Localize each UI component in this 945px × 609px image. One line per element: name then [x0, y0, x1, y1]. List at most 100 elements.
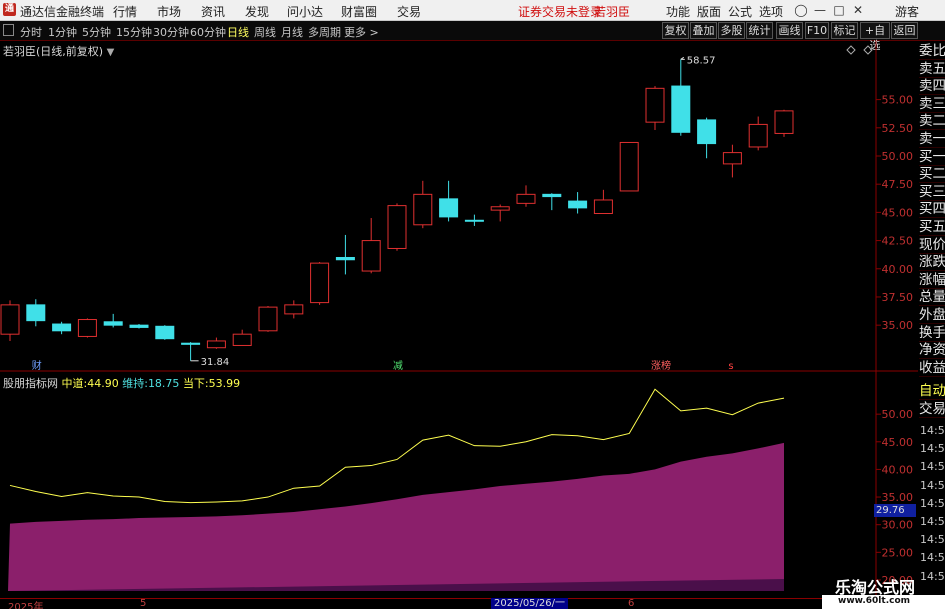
- candle-body: [77, 319, 97, 337]
- quote-label: 净资: [919, 342, 945, 360]
- candle: [284, 300, 304, 319]
- minimize-icon[interactable]: —: [812, 2, 828, 18]
- sub-tick-label: 30.00: [882, 519, 914, 532]
- watermark-title: 乐淘公式网: [835, 578, 916, 597]
- tick-time: 14:56: [920, 533, 945, 547]
- period-60min[interactable]: 60分钟: [190, 24, 226, 40]
- period-daily[interactable]: 日线: [227, 24, 249, 40]
- period-monthly[interactable]: 月线: [281, 24, 303, 40]
- quote-label: 收益: [919, 359, 945, 377]
- panel-toggle-icon[interactable]: [3, 24, 14, 36]
- indicator-series: [8, 388, 785, 591]
- candle-body: [671, 85, 691, 133]
- indicator-area: [8, 442, 784, 591]
- tick-time: 14:56: [920, 460, 945, 474]
- quote-label: 涨幅: [919, 271, 945, 289]
- maximize-icon[interactable]: □: [831, 2, 847, 18]
- overlay-button[interactable]: 叠加: [690, 22, 717, 39]
- candle: [593, 189, 613, 215]
- menu-ask[interactable]: 问小达: [287, 3, 323, 20]
- candle: [0, 300, 20, 341]
- add-favorite-button[interactable]: +自选: [860, 22, 890, 52]
- login-warning[interactable]: 证券交易未登录: [518, 3, 602, 20]
- period-5min[interactable]: 5分钟: [82, 24, 111, 40]
- main-tick-label: 45.00: [882, 206, 914, 219]
- period-30min[interactable]: 30分钟: [153, 24, 189, 40]
- candle-body: [722, 152, 742, 165]
- cursor-date: 2025/05/26/一: [491, 598, 569, 609]
- draw-line-button[interactable]: 画线: [776, 22, 803, 39]
- event-marker[interactable]: 涨榜: [651, 359, 671, 372]
- candle: [722, 144, 742, 178]
- candlestick-series: 58.57 31.84: [0, 55, 794, 368]
- period-weekly[interactable]: 周线: [254, 24, 276, 40]
- tick-time: 14:56: [920, 424, 945, 437]
- mark-button[interactable]: 标记: [831, 22, 858, 39]
- dropdown-icon[interactable]: ▼: [107, 47, 115, 58]
- stock-name: 若羽臣: [594, 5, 631, 19]
- period-intraday[interactable]: 分时: [20, 24, 42, 40]
- candle-body: [155, 325, 175, 340]
- candle: [335, 234, 355, 275]
- sub-y-ticks: 50.0045.0040.0035.0030.0025.0020.00: [876, 408, 913, 587]
- x-axis: [0, 598, 880, 609]
- indicator-title[interactable]: 股朋指标网 中道:44.90 维持:18.75 当下:53.99: [3, 375, 240, 391]
- tool-options[interactable]: 选项: [759, 3, 783, 20]
- event-marker[interactable]: s: [728, 361, 733, 372]
- period-1min[interactable]: 1分钟: [48, 24, 77, 40]
- candle: [310, 262, 330, 305]
- statistics-button[interactable]: 统计: [746, 22, 773, 39]
- quote-label: 委比: [919, 43, 945, 60]
- quote-label: 现价: [919, 236, 945, 254]
- quote-label: 买三: [919, 183, 945, 201]
- feedback-icon[interactable]: ◯: [793, 2, 809, 18]
- quote-label: 卖三: [919, 95, 945, 113]
- maintain-label: 维持:: [122, 377, 148, 390]
- guest-label[interactable]: 游客: [895, 3, 919, 20]
- trade-label[interactable]: 交易: [919, 400, 945, 418]
- f10-button[interactable]: F10: [805, 22, 829, 39]
- multi-stock-button[interactable]: 多股: [718, 22, 745, 39]
- menu-trade[interactable]: 交易: [397, 3, 421, 20]
- candle: [464, 214, 484, 226]
- sub-tick-label: 50.00: [882, 408, 914, 421]
- menu-discover[interactable]: 发现: [245, 3, 269, 20]
- candle: [542, 193, 562, 211]
- candle: [26, 299, 46, 327]
- options-icons[interactable]: [846, 45, 873, 55]
- event-markers: 财 减 涨榜 s: [32, 359, 734, 372]
- auto-label[interactable]: 自动: [919, 382, 945, 400]
- period-15min[interactable]: 15分钟: [116, 24, 152, 40]
- main-tick-label: 52.50: [882, 122, 914, 135]
- tool-layout[interactable]: 版面: [697, 3, 721, 20]
- sub-tick-label: 40.00: [882, 463, 914, 476]
- candle-body: [26, 304, 46, 322]
- main-chart-title[interactable]: 若羽臣(日线,前复权) ▼: [3, 43, 114, 59]
- close-icon[interactable]: ✕: [850, 2, 866, 18]
- candle-body: [490, 206, 510, 211]
- tool-formula[interactable]: 公式: [728, 3, 752, 20]
- candle: [645, 86, 665, 131]
- candle: [129, 324, 149, 329]
- period-multi[interactable]: 多周期: [308, 24, 341, 40]
- menu-wealth[interactable]: 财富圈: [341, 3, 377, 20]
- menu-news[interactable]: 资讯: [201, 3, 225, 20]
- low-label: 31.84: [201, 357, 230, 368]
- event-marker[interactable]: 财: [32, 359, 42, 372]
- main-tick-label: 35.00: [882, 319, 914, 332]
- candle: [52, 321, 72, 335]
- quote-label: 涨跌: [919, 254, 945, 272]
- restore-rights-button[interactable]: 复权: [662, 22, 689, 39]
- menu-market[interactable]: 市场: [157, 3, 181, 20]
- back-button[interactable]: 返回: [891, 22, 918, 39]
- current-label: 当下:: [182, 377, 209, 390]
- period-more[interactable]: 更多 >: [344, 24, 379, 40]
- event-marker[interactable]: 减: [393, 360, 403, 372]
- tool-function[interactable]: 功能: [666, 3, 690, 20]
- menu-quotes[interactable]: 行情: [113, 3, 137, 20]
- chart-area[interactable]: 55.00 52.50 50.00 47.50 45.00 42.50 40.00 37.50…: [0, 41, 918, 609]
- watermark-url: www.60lt.com: [838, 596, 911, 606]
- candle: [439, 180, 459, 222]
- quote-label: 总量: [919, 289, 945, 307]
- candle: [490, 204, 510, 222]
